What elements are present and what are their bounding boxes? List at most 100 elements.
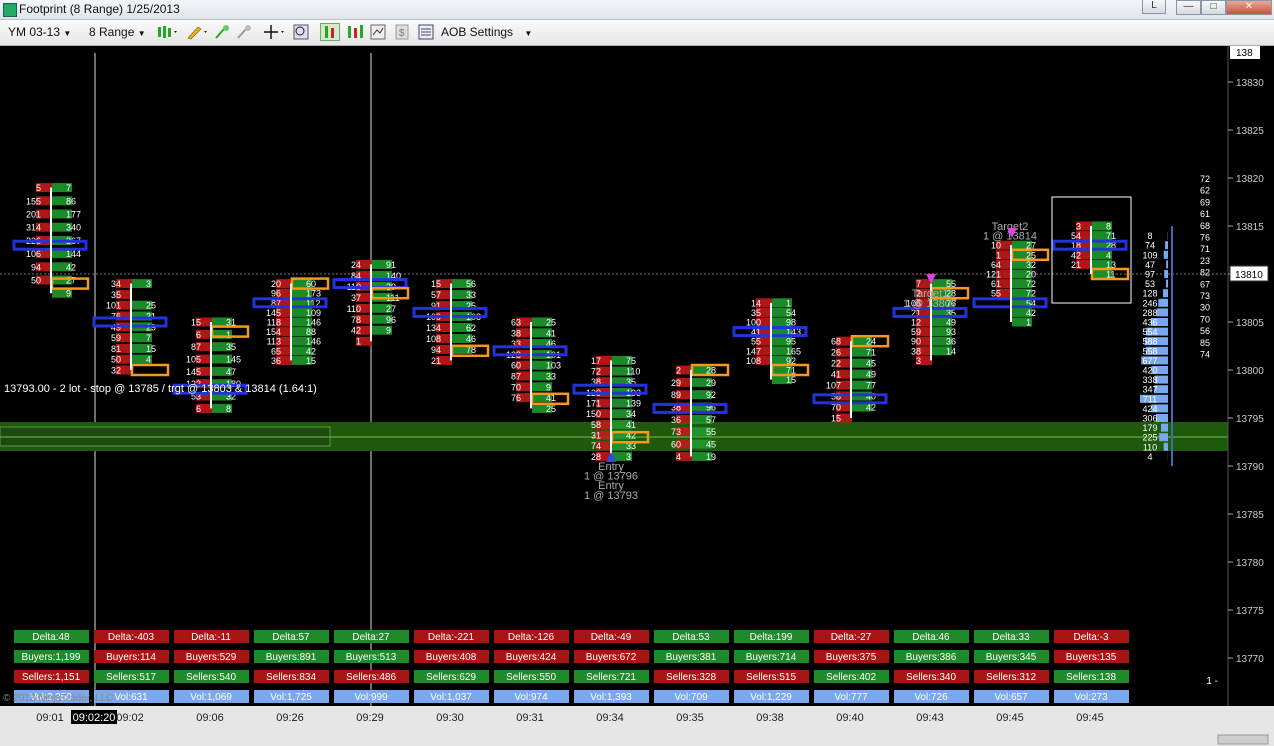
ask-volume-label: 1 — [226, 330, 231, 340]
ask-volume-label: 93 — [946, 327, 956, 337]
bid-volume-label: 58 — [831, 392, 841, 402]
crosshair-icon[interactable] — [264, 24, 288, 40]
period-selector[interactable]: 8 Range ▼ — [89, 24, 146, 41]
volume-profile-label: 338 — [1142, 375, 1157, 385]
bid-volume-label: 55 — [751, 337, 761, 347]
zoom-icon[interactable] — [293, 24, 309, 40]
ask-volume-label: 42 — [66, 262, 76, 272]
sellers-cell-label: Sellers:1,151 — [22, 672, 81, 683]
buyers-cell-label: Buyers:714 — [746, 652, 797, 663]
add-indicator-icon[interactable] — [214, 24, 230, 40]
ask-volume-label: 9 — [386, 326, 391, 336]
bid-volume-label: 90 — [911, 337, 921, 347]
title-bar: Footprint (8 Range) 1/25/2013 L — □ ✕ — [0, 0, 1274, 20]
price-tick-label: 13820 — [1236, 174, 1264, 185]
ask-volume-label: 96 — [386, 315, 396, 325]
trade-annotation-label: 1 @ 13807 — [903, 298, 957, 310]
minimize-button[interactable]: — — [1176, 0, 1201, 15]
aob-settings-icon — [418, 24, 434, 40]
time-tick-label: 09:34 — [596, 712, 624, 724]
time-tick-label: 09:06 — [196, 712, 224, 724]
ask-volume-label: 1 — [1026, 318, 1031, 328]
ask-volume-label: 41 — [626, 420, 636, 430]
ask-volume-label: 91 — [386, 260, 396, 270]
sellers-cell-label: Sellers:834 — [266, 672, 316, 683]
volume-profile-label: 288 — [1142, 308, 1157, 318]
ask-volume-label: 95 — [786, 337, 796, 347]
chart-properties-icon[interactable] — [346, 24, 366, 40]
close-button[interactable]: ✕ — [1226, 0, 1272, 15]
ask-volume-label: 49 — [946, 318, 956, 328]
volume-profile-label: 420 — [1142, 366, 1157, 376]
data-box-icon[interactable]: $ — [394, 24, 410, 40]
pencil-draw-icon[interactable] — [186, 24, 210, 40]
bid-volume-label: 65 — [271, 346, 281, 356]
language-button[interactable]: L — [1142, 0, 1166, 14]
bid-volume-label: 3 — [916, 356, 921, 366]
time-tick-label: 09:45 — [996, 712, 1024, 724]
ask-volume-label: 19 — [706, 452, 716, 462]
sellers-cell-label: Sellers:517 — [106, 672, 156, 683]
bar-type-icon[interactable] — [156, 24, 180, 40]
ask-volume-label: 46 — [466, 334, 476, 344]
volume-cell-label: Vol:777 — [834, 692, 868, 703]
time-tick-label: 09:43 — [916, 712, 944, 724]
bid-volume-label: 50 — [31, 276, 41, 286]
ask-volume-label: 27 — [66, 276, 76, 286]
time-tick-label: 09:40 — [836, 712, 864, 724]
delta-cell-label: Delta:-27 — [831, 632, 872, 643]
bid-volume-label: 155 — [26, 196, 41, 206]
ask-volume-label: 20 — [1026, 270, 1036, 280]
buyers-cell-label: Buyers:529 — [186, 652, 237, 663]
delta-cell-label: Delta:48 — [32, 632, 70, 643]
bid-volume-label: 15 — [831, 414, 841, 424]
ask-volume-label: 1 — [786, 298, 791, 308]
volume-profile-label: 558 — [1142, 346, 1157, 356]
vp-side-label: 73 — [1200, 291, 1210, 301]
remove-indicator-icon[interactable] — [236, 24, 252, 40]
chevron-down-icon: ▼ — [63, 29, 72, 38]
vp-side-label: 30 — [1200, 303, 1210, 313]
footprint-view-icon[interactable] — [320, 23, 340, 41]
template-icon[interactable] — [370, 24, 386, 40]
sellers-cell-label: Sellers:402 — [826, 672, 876, 683]
volume-profile-label: 436 — [1142, 318, 1157, 328]
bid-volume-label: 59 — [911, 327, 921, 337]
bid-volume-label: 21 — [1071, 260, 1081, 270]
bid-volume-label: 34 — [111, 279, 121, 289]
ask-volume-label: 56 — [466, 279, 476, 289]
ask-volume-label: 8 — [1106, 222, 1111, 232]
buyers-cell-label: Buyers:345 — [986, 652, 1037, 663]
buyers-cell-label: Buyers:135 — [1066, 652, 1117, 663]
delta-cell-label: Delta:-221 — [428, 632, 475, 643]
maximize-button[interactable]: □ — [1201, 0, 1226, 15]
volume-profile-label: 128 — [1142, 289, 1157, 299]
bid-volume-label: 96 — [271, 289, 281, 299]
horizontal-scrollbar — [1217, 734, 1269, 745]
sellers-cell-label: Sellers:340 — [906, 672, 956, 683]
vp-side-label: 61 — [1200, 209, 1210, 219]
buyers-cell-label: Buyers:375 — [826, 652, 877, 663]
price-tick-label: 13770 — [1236, 654, 1264, 665]
bid-volume-label: 113 — [267, 337, 281, 347]
time-tick-label: 09:01 — [36, 712, 64, 724]
footprint-chart[interactable]: 5 7155 86201 177314 340226 367106 14494 4250 279… — [0, 46, 1274, 746]
instrument-selector[interactable]: YM 03-13 ▼ — [8, 24, 71, 41]
bid-volume-label: 60 — [511, 361, 521, 371]
delta-cell-label: Delta:-49 — [591, 632, 632, 643]
aob-settings-menu[interactable]: AOB Settings ▼ — [441, 24, 532, 41]
price-tick-label: 13805 — [1236, 318, 1264, 329]
bid-volume-label: 4 — [676, 452, 681, 462]
bid-volume-label: 78 — [351, 315, 361, 325]
vp-side-label: 82 — [1200, 268, 1210, 278]
delta-cell-label: Delta:-403 — [108, 632, 155, 643]
sellers-cell-label: Sellers:515 — [746, 672, 796, 683]
time-tick-label: 09:35 — [676, 712, 704, 724]
ask-volume-label: 110 — [626, 367, 640, 377]
bid-volume-label: 147 — [746, 346, 761, 356]
bid-volume-label: 38 — [511, 328, 521, 338]
price-tick-label: 13800 — [1236, 366, 1264, 377]
bid-volume-label: 54 — [1071, 231, 1081, 241]
volume-cell-label: Vol:1,725 — [270, 692, 312, 703]
volume-cell-label: Vol:709 — [674, 692, 708, 703]
